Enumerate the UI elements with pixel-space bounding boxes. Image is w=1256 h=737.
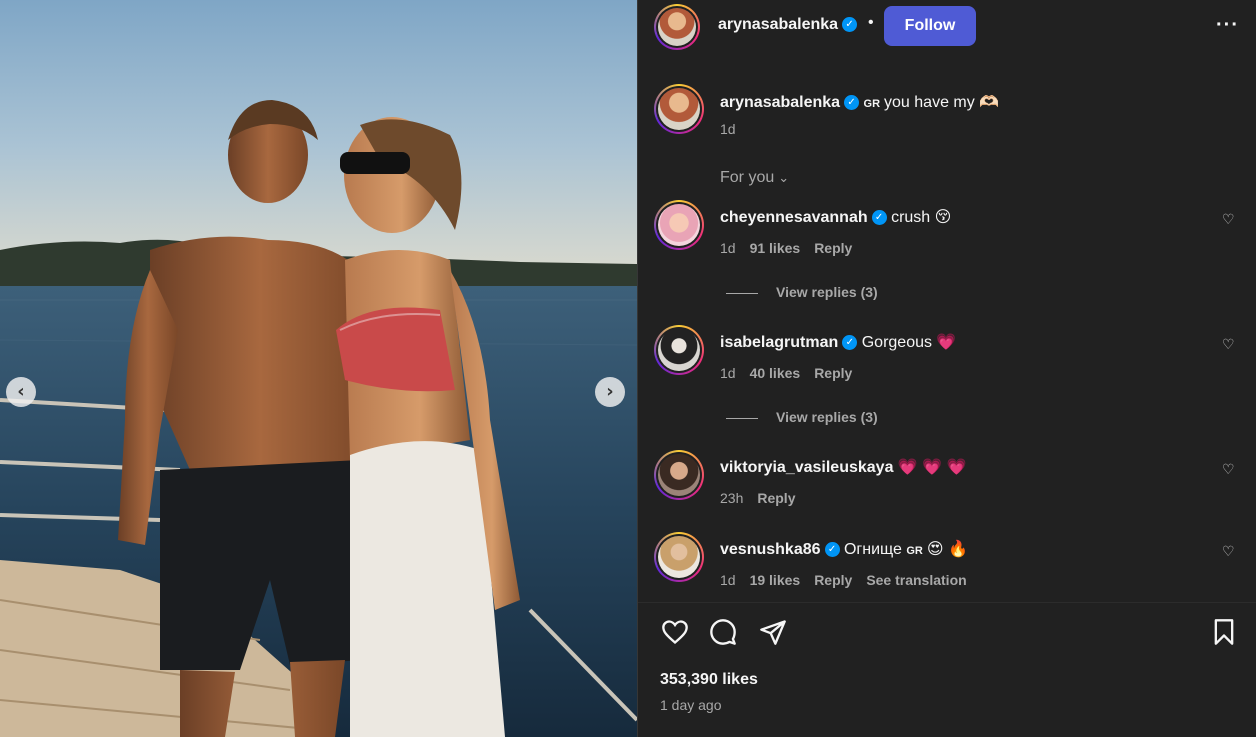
save-bookmark-icon[interactable] bbox=[1212, 618, 1236, 646]
comment-body: Огнище bbox=[843, 541, 902, 558]
commenter-username[interactable]: cheyennesavannah bbox=[720, 209, 868, 226]
author-username-text[interactable]: arynasabalenka bbox=[718, 16, 838, 33]
verified-badge-icon: ✓ bbox=[871, 210, 887, 226]
commenter-avatar[interactable] bbox=[654, 325, 704, 375]
commenter-avatar[interactable] bbox=[654, 450, 704, 500]
comment-body: 💗 💗 💗 bbox=[897, 459, 967, 476]
chevron-down-icon: ⌄ bbox=[778, 170, 790, 185]
comment-time: 1d bbox=[720, 365, 736, 381]
caption-text: arynasabalenka ✓ GR you have my 🫶🏻 bbox=[720, 92, 999, 112]
verified-badge-icon: ✓ bbox=[842, 17, 858, 33]
comment-bubble-icon[interactable] bbox=[708, 618, 738, 646]
more-options-icon[interactable]: ··· bbox=[1216, 14, 1239, 37]
post-side-panel: arynasabalenka ✓ • Follow ··· arynasabale… bbox=[638, 0, 1256, 737]
comment-time: 1d bbox=[720, 572, 736, 588]
verified-badge-icon: ✓ bbox=[842, 335, 858, 351]
comment-body: crush 😚 bbox=[891, 209, 952, 226]
comment-text: viktoryia_vasileuskaya 💗 💗 💗 bbox=[720, 457, 967, 477]
see-translation-button[interactable]: See translation bbox=[866, 572, 966, 588]
comment-meta: 1d 40 likes Reply bbox=[720, 365, 866, 381]
comment-meta: 23h Reply bbox=[720, 490, 809, 506]
heart-icon[interactable]: ♡ bbox=[1222, 212, 1235, 228]
chevron-right-icon: › bbox=[606, 381, 614, 402]
comment-time: 1d bbox=[720, 240, 736, 256]
post-actions bbox=[660, 618, 1240, 650]
commenter-username[interactable]: vesnushka86 bbox=[720, 541, 821, 558]
caption-avatar[interactable] bbox=[654, 84, 704, 134]
comment-likes[interactable]: 19 likes bbox=[750, 572, 801, 588]
replies-line bbox=[726, 417, 758, 419]
author-avatar[interactable] bbox=[654, 4, 700, 50]
comment-meta: 1d 91 likes Reply bbox=[720, 240, 866, 256]
verified-badge-icon: ✓ bbox=[844, 95, 860, 111]
comment-likes[interactable]: 91 likes bbox=[750, 240, 801, 256]
caption-badge: GR bbox=[863, 98, 881, 110]
commenter-avatar[interactable] bbox=[654, 200, 704, 250]
comment-text: vesnushka86 ✓ Огнище GR 😍 🔥 bbox=[720, 539, 968, 559]
previous-photo-button[interactable]: ‹ bbox=[6, 377, 36, 407]
next-photo-button[interactable]: › bbox=[595, 377, 625, 407]
author-username[interactable]: arynasabalenka ✓ bbox=[718, 16, 858, 34]
likes-count[interactable]: 353,390 likes bbox=[660, 671, 758, 689]
comment-sort-dropdown[interactable]: For you ⌄ bbox=[720, 169, 789, 187]
like-heart-icon[interactable] bbox=[660, 618, 690, 646]
heart-icon[interactable]: ♡ bbox=[1222, 337, 1235, 353]
comment-meta: 1d 19 likes Reply See translation bbox=[720, 572, 981, 588]
comment-text: cheyennesavannah ✓ crush 😚 bbox=[720, 207, 951, 227]
view-replies-button[interactable]: View replies (3) bbox=[726, 409, 878, 425]
chevron-left-icon: ‹ bbox=[17, 381, 25, 402]
comment-time: 23h bbox=[720, 490, 744, 506]
post-photo[interactable]: ‹ › bbox=[0, 0, 637, 737]
commenter-avatar[interactable] bbox=[654, 532, 704, 582]
photo-illustration bbox=[0, 0, 637, 737]
comment-sort-label: For you bbox=[720, 169, 775, 186]
view-replies-button[interactable]: View replies (3) bbox=[726, 284, 878, 300]
post-timestamp: 1 day ago bbox=[660, 697, 722, 713]
comment-text: isabelagrutman ✓ Gorgeous 💗 bbox=[720, 332, 956, 352]
commenter-username[interactable]: isabelagrutman bbox=[720, 334, 838, 351]
comment-likes[interactable]: 40 likes bbox=[750, 365, 801, 381]
separator-dot: • bbox=[868, 14, 874, 31]
comment-emoji: 😍 🔥 bbox=[926, 541, 968, 558]
view-replies-label: View replies (3) bbox=[776, 284, 878, 300]
follow-button[interactable]: Follow bbox=[884, 6, 976, 46]
heart-icon[interactable]: ♡ bbox=[1222, 544, 1235, 560]
reply-button[interactable]: Reply bbox=[814, 240, 852, 256]
share-paper-plane-icon[interactable] bbox=[758, 618, 788, 646]
heart-icon[interactable]: ♡ bbox=[1222, 462, 1235, 478]
comment-body: Gorgeous 💗 bbox=[861, 334, 957, 351]
verified-badge-icon: ✓ bbox=[824, 542, 840, 558]
comment-badge: GR bbox=[906, 545, 923, 557]
commenter-username[interactable]: viktoryia_vasileuskaya bbox=[720, 459, 893, 476]
actions-divider bbox=[638, 602, 1256, 603]
view-replies-label: View replies (3) bbox=[776, 409, 878, 425]
post-header: arynasabalenka ✓ • Follow ··· bbox=[638, 0, 1256, 55]
caption-username[interactable]: arynasabalenka bbox=[720, 94, 840, 111]
caption-timestamp: 1d bbox=[720, 121, 736, 137]
reply-button[interactable]: Reply bbox=[757, 490, 795, 506]
reply-button[interactable]: Reply bbox=[814, 572, 852, 588]
caption-body: you have my 🫶🏻 bbox=[884, 94, 1000, 111]
replies-line bbox=[726, 292, 758, 294]
reply-button[interactable]: Reply bbox=[814, 365, 852, 381]
